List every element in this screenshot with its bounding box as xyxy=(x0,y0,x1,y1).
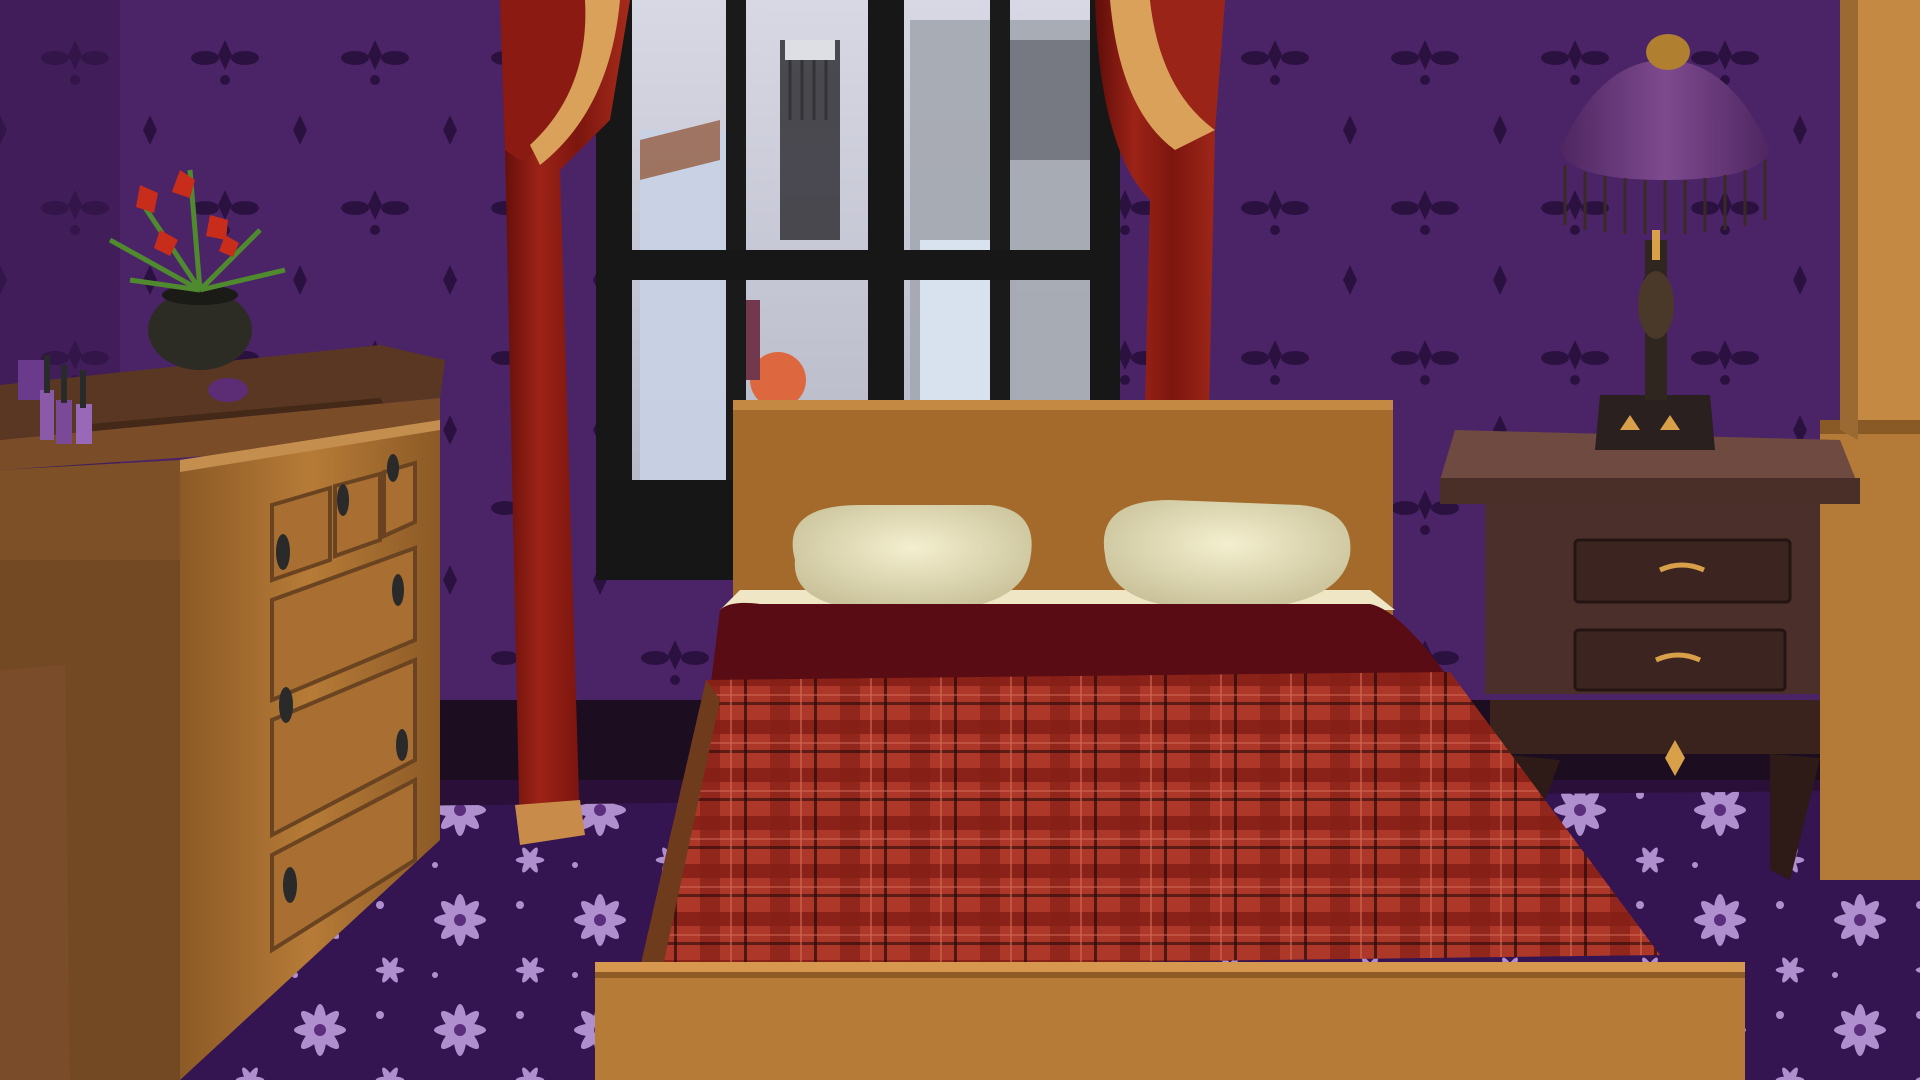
game-viewport[interactable] xyxy=(0,0,1920,1080)
room-scene[interactable] xyxy=(0,0,1920,1080)
pillow-right xyxy=(1103,500,1351,610)
pillow-left xyxy=(792,505,1032,613)
side-table xyxy=(0,665,70,1080)
